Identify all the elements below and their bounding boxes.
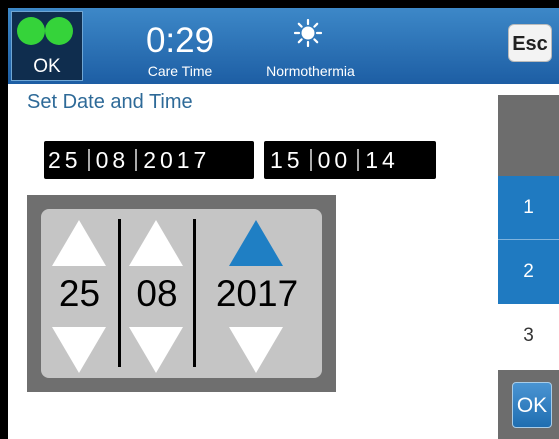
tab-2[interactable]: 2 [498, 240, 559, 304]
status-label: OK [33, 56, 61, 77]
care-timer: 0:29 [145, 21, 215, 60]
status-indicator[interactable]: OK [11, 11, 83, 81]
mode-label: Normothermia [266, 63, 355, 79]
tab-1[interactable]: 1 [498, 176, 559, 240]
sun-icon [294, 19, 322, 47]
time-hour: 15 [270, 147, 304, 173]
year-down-arrow-icon[interactable] [229, 327, 283, 373]
day-down-arrow-icon[interactable] [52, 327, 106, 373]
time-second: 14 [365, 147, 399, 173]
year-value: 2017 [215, 273, 299, 314]
date-year: 2017 [143, 147, 211, 173]
header-bar: OK 0:29 Care Time Normothermia Esc [8, 8, 559, 84]
tab-3[interactable]: 3 [498, 304, 559, 368]
date-display[interactable]: 25 08 2017 [44, 141, 254, 179]
month-down-arrow-icon[interactable] [129, 327, 183, 373]
time-minute: 00 [317, 147, 352, 173]
separator [309, 149, 312, 171]
care-time-label: Care Time [147, 63, 213, 79]
date-month: 08 [95, 147, 130, 173]
year-column: 2017 [196, 209, 318, 378]
year-up-arrow-icon[interactable] [229, 220, 283, 266]
date-day: 25 [48, 147, 82, 173]
separator [135, 149, 138, 171]
side-panel-header [498, 95, 559, 176]
date-picker-panel: 25 08 2017 [41, 209, 322, 378]
month-up-arrow-icon[interactable] [129, 220, 183, 266]
separator [87, 149, 90, 171]
side-panel-gap [498, 84, 559, 95]
time-display[interactable]: 15 00 14 [264, 141, 436, 179]
page-title: Set Date and Time [27, 91, 193, 113]
ok-button[interactable]: OK [512, 382, 552, 428]
screen: OK 0:29 Care Time Normothermia Esc Set D… [8, 8, 559, 439]
month-value: 08 [136, 273, 178, 314]
date-picker: 25 08 2017 [27, 195, 336, 392]
status-led-icon [17, 17, 45, 45]
status-led-icon [45, 17, 73, 45]
day-up-arrow-icon[interactable] [52, 220, 106, 266]
separator [357, 149, 360, 171]
day-value: 25 [58, 273, 101, 314]
esc-button[interactable]: Esc [508, 24, 552, 62]
day-column: 25 [41, 209, 118, 378]
month-column: 08 [121, 209, 193, 378]
